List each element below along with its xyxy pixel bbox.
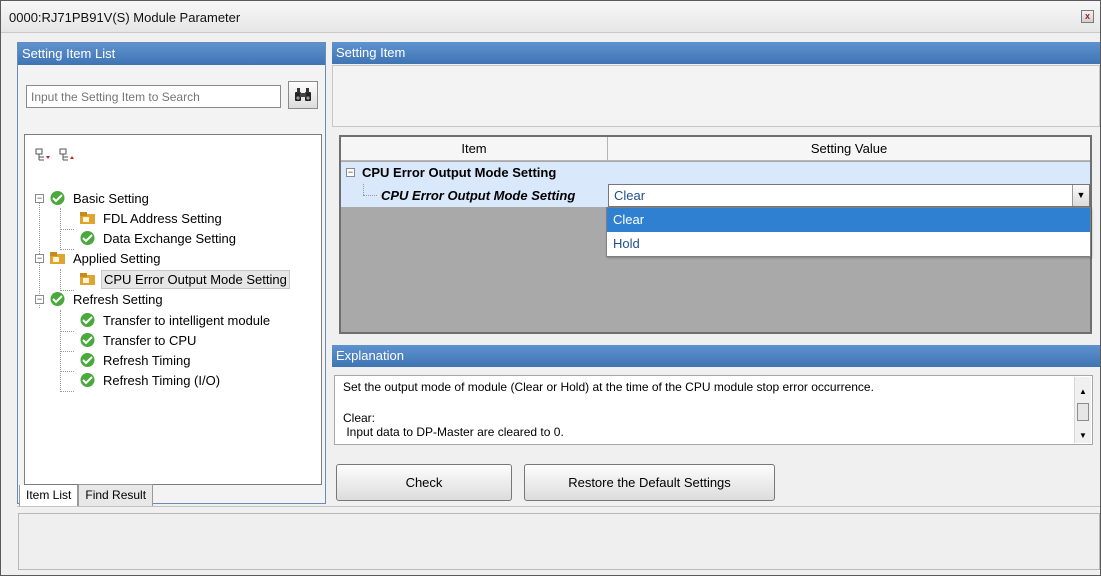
scroll-thumb[interactable] — [1077, 403, 1089, 421]
status-area — [18, 513, 1100, 570]
explanation-scrollbar[interactable]: ▲ ▼ — [1074, 377, 1091, 443]
divider — [17, 506, 1100, 507]
close-icon[interactable]: x — [1081, 10, 1094, 23]
folder-icon — [80, 273, 95, 285]
collapse-all-icon[interactable] — [59, 147, 75, 163]
explanation-line-2: Clear: — [343, 411, 376, 425]
setting-item-toolbar-area — [332, 65, 1100, 127]
explanation-line-3: Input data to DP-Master are cleared to 0… — [343, 425, 564, 439]
tree-item-cpu-error-output-mode-setting[interactable]: CPU Error Output Mode Setting — [78, 269, 290, 289]
check-icon — [80, 353, 95, 367]
folder-icon — [50, 252, 65, 264]
dropdown-option-hold[interactable]: Hold — [607, 232, 1090, 256]
dropdown-selected-value: Clear — [614, 188, 646, 203]
tree-item-basic-setting[interactable]: − Basic Setting — [35, 188, 151, 208]
check-icon — [80, 313, 95, 327]
dropdown-option-clear[interactable]: Clear — [607, 208, 1090, 232]
tree-item-transfer-to-intelligent-module[interactable]: Transfer to intelligent module — [78, 310, 272, 330]
scroll-up-icon[interactable]: ▲ — [1075, 385, 1091, 399]
check-icon — [80, 333, 95, 347]
folder-icon — [80, 212, 95, 224]
collapse-toggle-icon[interactable]: − — [346, 168, 355, 177]
tree-toolbar — [35, 147, 75, 167]
collapse-toggle-icon[interactable]: − — [35, 193, 44, 203]
tree-item-refresh-timing[interactable]: Refresh Timing — [78, 350, 192, 370]
module-parameter-window: 0000:RJ71PB91V(S) Module Parameter x Set… — [0, 0, 1101, 576]
grid-setting-row[interactable]: CPU Error Output Mode Setting Clear ▼ — [341, 184, 1090, 207]
column-header-item[interactable]: Item — [341, 137, 608, 161]
setting-value-dropdown[interactable]: Clear ▼ — [608, 184, 1090, 207]
search-input[interactable] — [26, 85, 281, 108]
grid-header: Item Setting Value — [341, 137, 1090, 161]
tree-item-label: Transfer to intelligent module — [103, 312, 271, 328]
tree-item-label: Transfer to CPU — [103, 332, 197, 348]
explanation-text: Set the output mode of module (Clear or … — [334, 375, 1093, 445]
collapse-toggle-icon[interactable]: − — [35, 294, 44, 304]
setting-item-header: Setting Item — [332, 42, 1100, 64]
check-icon — [50, 191, 65, 205]
setting-item-list-header: Setting Item List — [18, 43, 325, 65]
tree-item-label: Data Exchange Setting — [103, 230, 236, 246]
tree-item-refresh-setting[interactable]: − Refresh Setting — [35, 289, 165, 309]
setting-item-list-panel: Setting Item List Input the Setting Item… — [17, 42, 326, 504]
explanation-header: Explanation — [332, 345, 1100, 367]
window-title: 0000:RJ71PB91V(S) Module Parameter — [9, 10, 241, 25]
explanation-line-1: Set the output mode of module (Clear or … — [343, 380, 874, 394]
group-label: CPU Error Output Mode Setting — [362, 165, 557, 180]
check-button[interactable]: Check — [336, 464, 512, 501]
check-icon — [80, 373, 95, 387]
tree-item-label: Refresh Setting — [73, 291, 163, 307]
tree-item-refresh-timing-io[interactable]: Refresh Timing (I/O) — [78, 370, 222, 390]
chevron-down-icon[interactable]: ▼ — [1072, 185, 1089, 206]
dropdown-option-list: Clear Hold — [606, 207, 1091, 257]
tree-item-label: CPU Error Output Mode Setting — [101, 269, 290, 289]
expand-all-icon[interactable] — [35, 147, 51, 163]
restore-default-settings-button[interactable]: Restore the Default Settings — [524, 464, 775, 501]
tree-item-transfer-to-cpu[interactable]: Transfer to CPU — [78, 330, 198, 350]
scroll-down-icon[interactable]: ▼ — [1075, 429, 1091, 443]
column-header-setting-value[interactable]: Setting Value — [608, 137, 1090, 161]
left-panel-tabs: Item List Find Result — [19, 484, 154, 507]
grid-group-row[interactable]: − CPU Error Output Mode Setting — [341, 162, 1090, 184]
tree-item-label: Applied Setting — [73, 250, 161, 266]
tree-item-data-exchange-setting[interactable]: Data Exchange Setting — [78, 228, 238, 248]
tree-item-label: Refresh Timing (I/O) — [103, 372, 221, 388]
setting-tree: − Basic Setting FDL Address Setting Data… — [24, 134, 322, 485]
tree-item-applied-setting[interactable]: − Applied Setting — [35, 248, 162, 268]
title-bar: 0000:RJ71PB91V(S) Module Parameter x — [1, 1, 1100, 33]
tab-find-result[interactable]: Find Result — [78, 484, 154, 507]
binoculars-icon — [295, 88, 311, 101]
tree-item-label: Refresh Timing — [103, 352, 191, 368]
tree-item-fdl-address-setting[interactable]: FDL Address Setting — [78, 208, 224, 228]
tab-item-list[interactable]: Item List — [19, 485, 79, 507]
tree-item-label: FDL Address Setting — [103, 210, 222, 226]
check-icon — [80, 231, 95, 245]
tree-item-label: Basic Setting — [73, 190, 149, 206]
check-icon — [50, 292, 65, 306]
search-button[interactable] — [288, 81, 318, 109]
collapse-toggle-icon[interactable]: − — [35, 253, 44, 263]
setting-row-label: CPU Error Output Mode Setting — [381, 188, 576, 203]
